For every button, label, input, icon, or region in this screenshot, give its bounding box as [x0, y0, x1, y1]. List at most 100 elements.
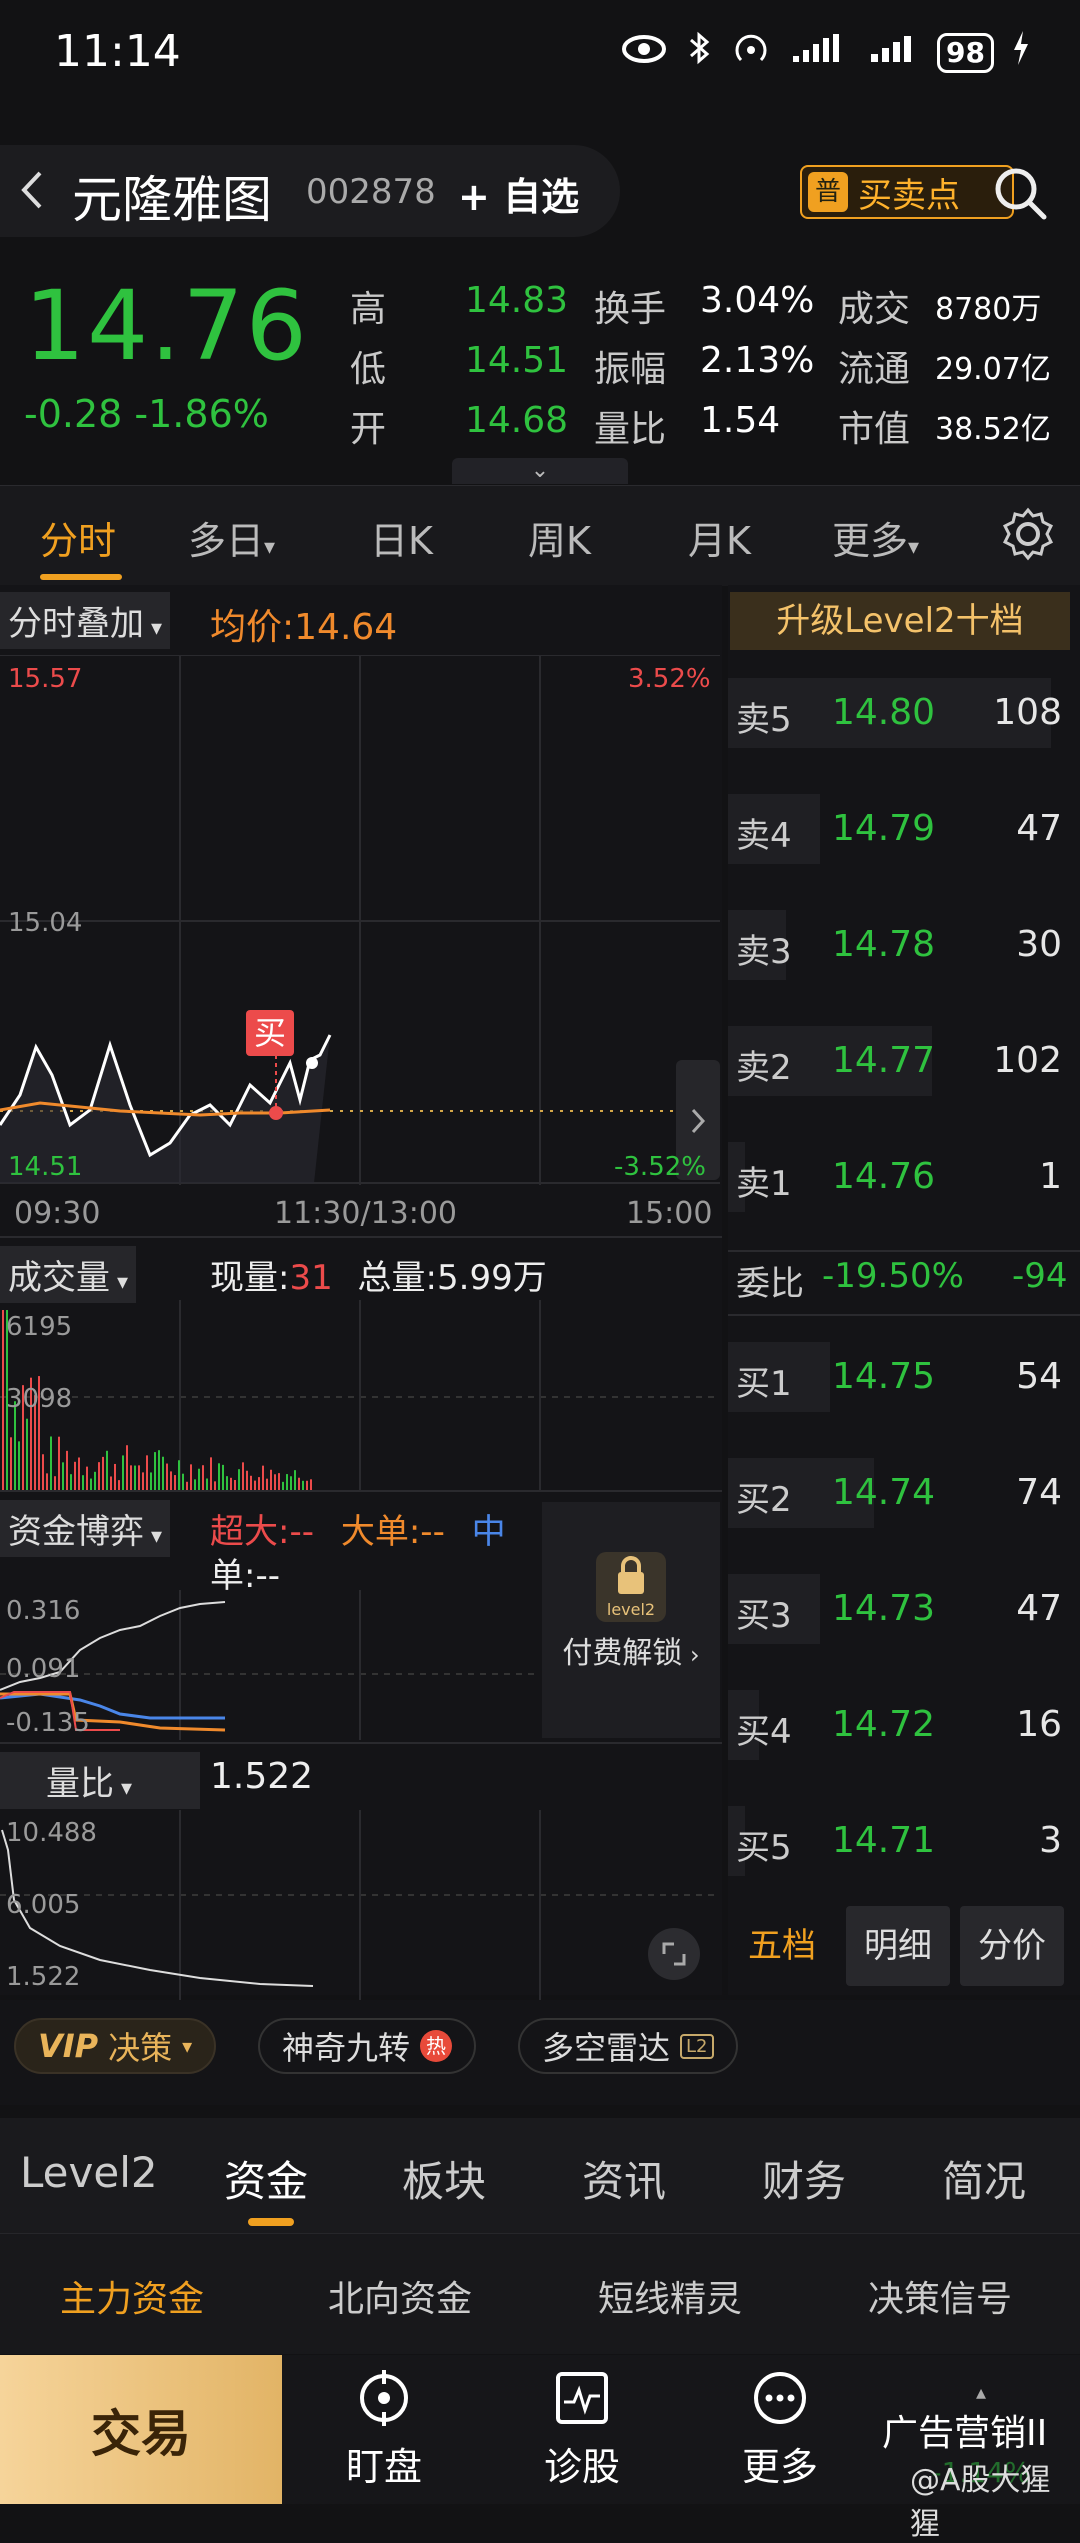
magic-nine-button[interactable]: 神奇九转热 — [258, 2018, 477, 2074]
more-dots-icon — [754, 2372, 806, 2424]
overlay-selector[interactable]: 分时叠加 ▾ — [0, 592, 171, 649]
y-axis-top: 15.57 — [8, 664, 83, 694]
battery-level: 98 — [937, 32, 994, 73]
nav-watch[interactable]: 盯盘 — [314, 2368, 454, 2491]
ratio-selector[interactable]: 量比 ▾ — [0, 1752, 200, 1809]
subtab-decision-signal[interactable]: 决策信号 — [868, 2270, 1012, 2322]
nav-diagnose[interactable]: 诊股 — [512, 2368, 652, 2491]
order-price: 14.75 — [832, 1356, 936, 1397]
buy-sell-point-button[interactable]: 普 买卖点 — [800, 165, 1014, 219]
tab-finance[interactable]: 财务 — [762, 2148, 846, 2209]
tab-daily-k[interactable]: 日K — [370, 510, 433, 565]
volume-bar — [222, 1464, 224, 1490]
volume-bar — [94, 1471, 96, 1490]
nav-more[interactable]: 更多 — [710, 2368, 850, 2491]
hotspot-icon — [733, 30, 773, 75]
subtab-main-fund[interactable]: 主力资金 — [60, 2270, 204, 2322]
fullscreen-icon[interactable] — [648, 1928, 700, 1980]
volume-bar — [198, 1468, 200, 1490]
volume-bar — [282, 1481, 284, 1490]
stat-label: 量比 — [594, 409, 667, 450]
volume-bar — [286, 1474, 288, 1490]
order-row[interactable]: 卖5 14.80 108 — [728, 678, 1068, 748]
order-row[interactable]: 卖4 14.79 47 — [728, 794, 1068, 864]
pct-axis-top: 3.52% — [628, 664, 711, 694]
stat-value: 14.68 — [465, 400, 569, 441]
back-icon[interactable] — [12, 165, 52, 227]
volume-bar — [294, 1470, 296, 1490]
volume-bar — [166, 1463, 168, 1490]
tab-level2[interactable]: Level2 — [20, 2148, 158, 2197]
order-row[interactable]: 买4 14.72 16 — [728, 1690, 1068, 1760]
volume-bar — [262, 1465, 264, 1490]
volume-bar — [106, 1450, 108, 1490]
divider — [728, 1250, 1080, 1252]
volume-bar — [242, 1462, 244, 1490]
tab-monthly-k[interactable]: 月K — [688, 510, 751, 565]
trade-button[interactable]: 交易 — [0, 2355, 282, 2504]
buy-marker[interactable]: 买 — [246, 1010, 294, 1056]
tab-intraday[interactable]: 分时 — [40, 510, 116, 565]
volume-bar — [86, 1466, 88, 1490]
tab-news[interactable]: 资讯 — [582, 2148, 666, 2209]
volume-bar — [2, 1310, 4, 1490]
order-price: 14.79 — [832, 808, 936, 849]
volume-bar — [54, 1476, 56, 1490]
buy-sell-badge: 普 — [808, 172, 848, 212]
order-row[interactable]: 卖3 14.78 30 — [728, 910, 1068, 980]
volume-selector[interactable]: 成交量 ▾ — [0, 1246, 137, 1303]
tab-more[interactable]: 更多▾ — [832, 510, 919, 565]
fund-selector[interactable]: 资金博弈 ▾ — [0, 1500, 171, 1557]
tab-price-dist[interactable]: 分价 — [960, 1906, 1064, 1986]
volume-bar — [206, 1478, 208, 1490]
volume-bar — [194, 1479, 196, 1490]
tab-multiday[interactable]: 多日▾ — [188, 510, 275, 565]
status-icons: 98 — [621, 30, 1030, 75]
subtab-short-term[interactable]: 短线精灵 — [598, 2270, 742, 2322]
long-short-radar-button[interactable]: 多空雷达 L2 — [518, 2018, 738, 2074]
chevron-down-icon[interactable]: ⌄ — [452, 458, 628, 484]
tab-weekly-k[interactable]: 周K — [528, 510, 591, 565]
fund-y2: 0.091 — [6, 1654, 81, 1684]
volume-bar — [46, 1473, 48, 1490]
volume-bar — [134, 1465, 136, 1490]
volume-bar — [178, 1460, 180, 1490]
order-level: 买4 — [736, 1712, 792, 1752]
volume-bar — [146, 1455, 148, 1490]
order-level: 买2 — [736, 1480, 792, 1520]
intraday-chart[interactable] — [0, 655, 722, 1185]
tab-fund[interactable]: 资金 — [224, 2148, 308, 2209]
gear-icon[interactable] — [1000, 506, 1056, 562]
order-row[interactable]: 买5 14.71 3 — [728, 1806, 1068, 1876]
current-price: 14.76 — [24, 270, 309, 382]
volume-bar — [126, 1445, 128, 1490]
order-volume: 1 — [1039, 1156, 1062, 1197]
order-row[interactable]: 卖2 14.77 102 — [728, 1026, 1068, 1096]
order-row[interactable]: 卖1 14.76 1 — [728, 1142, 1068, 1212]
tab-profile[interactable]: 简况 — [942, 2148, 1026, 2209]
volume-bar — [182, 1473, 184, 1490]
order-row[interactable]: 买1 14.75 54 — [728, 1342, 1068, 1412]
volume-bar — [130, 1465, 132, 1490]
paid-unlock-overlay[interactable]: level2 付费解锁 › — [542, 1502, 720, 1738]
volume-bar — [210, 1457, 212, 1490]
volume-bar — [234, 1480, 236, 1490]
volume-bar — [254, 1480, 256, 1490]
order-level: 卖4 — [736, 816, 792, 856]
subtab-northbound[interactable]: 北向资金 — [328, 2270, 472, 2322]
stat-label: 换手 — [594, 289, 667, 330]
vip-decision-button[interactable]: VIP 决策 ▾ — [14, 2018, 217, 2074]
order-row[interactable]: 买3 14.73 47 — [728, 1574, 1068, 1644]
search-icon[interactable] — [990, 163, 1050, 223]
add-watchlist-button[interactable]: + 自选 — [458, 166, 579, 221]
tab-details[interactable]: 明细 — [846, 1906, 950, 1986]
section-tab-bar — [0, 2118, 1080, 2233]
order-row[interactable]: 买2 14.74 74 — [728, 1458, 1068, 1528]
upgrade-level2-button[interactable]: 升级Level2十档 — [730, 592, 1070, 650]
tab-sector[interactable]: 板块 — [402, 2148, 486, 2209]
tab-five-levels[interactable]: 五档 — [730, 1906, 834, 1986]
stat-value: 29.07亿 — [935, 352, 1051, 387]
order-price: 14.76 — [832, 1156, 936, 1197]
bluetooth-icon — [685, 30, 715, 75]
order-price: 14.73 — [832, 1588, 936, 1629]
